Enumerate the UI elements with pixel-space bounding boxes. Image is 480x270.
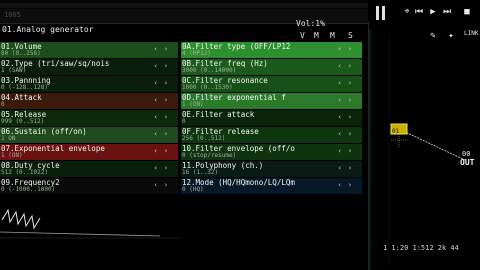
controller-value: 80 (0..256) bbox=[1, 50, 41, 57]
stepper-arrows-icon[interactable]: ‹› bbox=[154, 45, 174, 53]
controller-left-8[interactable]: 09.Frequency2 0 (-1000..1000) ‹› bbox=[0, 178, 178, 194]
controller-value: 16 (1..32) bbox=[182, 169, 219, 176]
play-next-icon[interactable]: ⏭ bbox=[442, 6, 452, 18]
status-bar: 1 1:20 1:512 2k 44 bbox=[383, 244, 459, 252]
stop-icon[interactable]: ■ bbox=[462, 6, 472, 18]
controller-value: 512 (0..1022) bbox=[1, 169, 48, 176]
controller-value: 256 (0..512) bbox=[182, 135, 226, 142]
panel-title: 01.Analog generator bbox=[2, 25, 94, 34]
controller-right-6[interactable]: 10.Filter envelope (off/o 0 (stop/resume)… bbox=[181, 144, 362, 160]
pattern-header: 1065 Vol:1% bbox=[0, 9, 368, 28]
stepper-arrows-icon[interactable]: ‹› bbox=[338, 130, 358, 138]
volume-readout: Vol:1% bbox=[296, 19, 325, 28]
stepper-arrows-icon[interactable]: ‹› bbox=[338, 62, 358, 70]
generator-node-label: 01 bbox=[392, 128, 400, 135]
controller-right-3[interactable]: 0D.Filter exponential f1 (ON) ‹› bbox=[181, 93, 362, 109]
timeline-track[interactable] bbox=[0, 3, 368, 8]
controller-value: 0 (-128..128) bbox=[1, 84, 48, 91]
stepper-arrows-icon[interactable]: ‹› bbox=[154, 96, 174, 104]
controller-value: 0 bbox=[1, 101, 5, 108]
pin-icon[interactable]: ⌖ bbox=[402, 6, 412, 18]
controller-value: 1 (SAW) bbox=[1, 67, 27, 74]
controller-value: 1 (ON) bbox=[1, 152, 23, 159]
stepper-arrows-icon[interactable]: ‹› bbox=[338, 113, 358, 121]
stepper-arrows-icon[interactable]: ‹› bbox=[338, 181, 358, 189]
controller-name: 0E.Filter attack bbox=[182, 110, 255, 119]
stepper-arrows-icon[interactable]: ‹› bbox=[154, 79, 174, 87]
output-node-number: 00 bbox=[462, 150, 471, 158]
header-label: 1065 bbox=[4, 11, 21, 19]
stepper-arrows-icon[interactable]: ‹› bbox=[338, 147, 358, 155]
stepper-arrows-icon[interactable]: ‹› bbox=[154, 147, 174, 155]
controller-value: 999 (0..512) bbox=[1, 118, 45, 125]
stepper-arrows-icon[interactable]: ‹› bbox=[338, 164, 358, 172]
controller-right-8[interactable]: 12.Mode (HQ/HQmono/LQ/LQm 0 (HQ) ‹› bbox=[181, 178, 362, 194]
controller-value: 1 (ON) bbox=[182, 101, 204, 108]
controller-left-7[interactable]: 08.Duty cycle 512 (0..1022) ‹› bbox=[0, 161, 178, 177]
solo-button[interactable]: S bbox=[348, 31, 353, 40]
toolbar: ⌖ ⏮ ▶ ⏭ ■ ✎ ✦ LINK bbox=[368, 0, 480, 41]
controller-value: 1000 (0..1530) bbox=[182, 84, 233, 91]
midi-button[interactable]: M bbox=[330, 31, 335, 40]
controller-left-6[interactable]: 07.Exponential envelope 1 (ON) ‹› bbox=[0, 144, 178, 160]
stepper-arrows-icon[interactable]: ‹› bbox=[338, 96, 358, 104]
controller-left-3[interactable]: 04.Attack 0 ‹› bbox=[0, 93, 178, 109]
controller-left-2[interactable]: 03.Pannning 0 (-128..128) ‹› bbox=[0, 76, 178, 92]
controller-value: 1 ON bbox=[1, 135, 16, 142]
controller-left-4[interactable]: 05.Release 999 (0..512) ‹› bbox=[0, 110, 178, 126]
controller-value: 0 (-1000..1000) bbox=[1, 186, 56, 193]
controller-right-4[interactable]: 0E.Filter attack 0 ‹› bbox=[181, 110, 362, 126]
mute-button[interactable]: M bbox=[314, 31, 319, 40]
stepper-arrows-icon[interactable]: ‹› bbox=[338, 45, 358, 53]
visualizer-button[interactable]: V bbox=[300, 31, 305, 40]
controller-right-5[interactable]: 0F.Filter release 256 (0..512) ‹› bbox=[181, 127, 362, 143]
controller-value: 0 (stop/resume) bbox=[182, 152, 237, 159]
controller-right-0[interactable]: 0A.Filter type (OFF/LP12 4 (HP12) ‹› bbox=[181, 42, 362, 58]
controller-right-7[interactable]: 11.Polyphony (ch.) 16 (1..32) ‹› bbox=[181, 161, 362, 177]
stepper-arrows-icon[interactable]: ‹› bbox=[154, 62, 174, 70]
play-icon[interactable]: ▶ bbox=[428, 6, 438, 18]
pause-bars-icon[interactable] bbox=[376, 6, 379, 20]
stepper-arrows-icon[interactable]: ‹› bbox=[154, 164, 174, 172]
controller-value: 3000 (0..14000) bbox=[182, 67, 237, 74]
controller-right-2[interactable]: 0C.Filter resonance 1000 (0..1530) ‹› bbox=[181, 76, 362, 92]
controller-value: 0 bbox=[182, 118, 186, 125]
controller-left-0[interactable]: 01.Volume 80 (0..256) ‹› bbox=[0, 42, 178, 58]
controller-name: 04.Attack bbox=[1, 93, 42, 102]
controller-left-1[interactable]: 02.Type (tri/saw/sq/nois 1 (SAW) ‹› bbox=[0, 59, 178, 75]
stepper-arrows-icon[interactable]: ‹› bbox=[154, 130, 174, 138]
output-node-label[interactable]: OUT bbox=[460, 158, 474, 167]
pause-bars-icon-2[interactable] bbox=[382, 6, 385, 20]
stepper-arrows-icon[interactable]: ‹› bbox=[338, 79, 358, 87]
stepper-arrows-icon[interactable]: ‹› bbox=[154, 113, 174, 121]
controller-left-5[interactable]: 06.Sustain (off/on) 1 ON ‹› bbox=[0, 127, 178, 143]
skip-back-icon[interactable]: ⏮ bbox=[414, 6, 424, 18]
controller-right-1[interactable]: 0B.Filter freq (Hz) 3000 (0..14000) ‹› bbox=[181, 59, 362, 75]
controller-value: 4 (HP12) bbox=[182, 50, 211, 57]
stepper-arrows-icon[interactable]: ‹› bbox=[154, 181, 174, 189]
controller-value: 0 (HQ) bbox=[182, 186, 204, 193]
oscilloscope-waveform bbox=[0, 208, 180, 239]
